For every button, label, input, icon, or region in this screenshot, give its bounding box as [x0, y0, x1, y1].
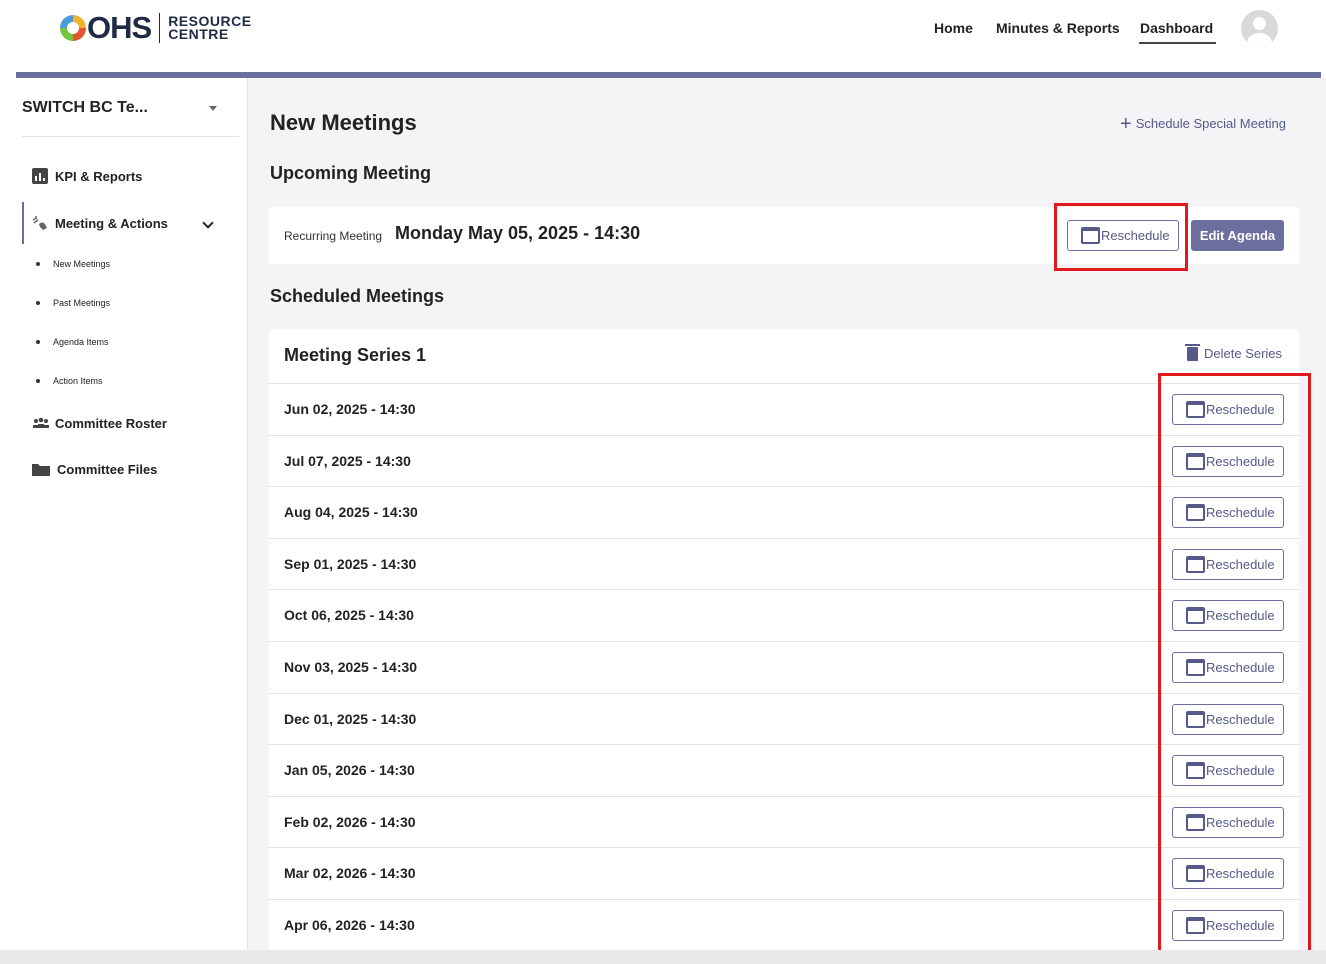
page-title: New Meetings [270, 110, 417, 135]
sidebar-item-meeting-actions[interactable]: Meeting & Actions [32, 215, 168, 231]
trash-icon [1185, 343, 1200, 361]
sidebar-subitem-agenda-items[interactable]: Agenda Items [36, 337, 109, 347]
meeting-date: Aug 04, 2025 - 14:30 [284, 504, 418, 521]
ohs-logo[interactable]: OHS RESOURCE CENTRE [60, 10, 252, 46]
series-row: Dec 01, 2025 - 14:30 Reschedule [269, 692, 1299, 745]
annotation-highlight-upcoming [1054, 203, 1188, 271]
series-row: Sep 01, 2025 - 14:30 Reschedule [269, 537, 1299, 590]
bar-chart-icon [32, 168, 48, 184]
user-avatar-icon[interactable] [1241, 10, 1278, 47]
series-title: Meeting Series 1 [284, 345, 427, 365]
series-row: Mar 02, 2026 - 14:30 Reschedule [269, 847, 1299, 899]
meeting-date: Sep 01, 2025 - 14:30 [284, 555, 417, 572]
series-row: Oct 06, 2025 - 14:30 Reschedule [269, 589, 1299, 641]
sidebar-item-label: Committee Files [57, 461, 158, 477]
sidebar-item-committee-files[interactable]: Committee Files [32, 461, 157, 477]
logo-ring-icon [60, 15, 86, 41]
meeting-date: Oct 06, 2025 - 14:30 [284, 607, 414, 624]
sidebar-subitem-label: Past Meetings [53, 298, 111, 308]
sidebar-item-label: Meeting & Actions [55, 215, 168, 231]
upcoming-meeting-date: Monday May 05, 2025 - 14:30 [395, 223, 641, 243]
logo-separator [159, 13, 161, 43]
meeting-date: Jun 02, 2025 - 14:30 [284, 401, 416, 417]
horizontal-scrollbar[interactable] [0, 950, 1326, 964]
meeting-date: Nov 03, 2025 - 14:30 [284, 659, 418, 675]
delete-series-button[interactable]: Delete Series [1185, 343, 1283, 361]
meeting-date: Dec 01, 2025 - 14:30 [284, 710, 417, 727]
upcoming-meeting-heading: Upcoming Meeting [270, 163, 431, 183]
logo-text: OHS [87, 10, 152, 45]
sidebar-active-indicator [22, 202, 24, 244]
sidebar-subitem-action-items[interactable]: Action Items [36, 376, 103, 386]
meeting-handshake-icon [32, 215, 48, 231]
meeting-date: Jan 05, 2026 - 14:30 [284, 762, 415, 779]
meeting-series-card: Meeting Series 1 Delete Series Jun 02, 2… [269, 329, 1299, 959]
nav-minutes-reports[interactable]: Minutes & Reports [996, 20, 1120, 36]
bullet-icon [36, 262, 40, 266]
nav-home[interactable]: Home [934, 20, 973, 36]
series-row: Nov 03, 2025 - 14:30 Reschedule [269, 641, 1299, 693]
sidebar: SWITCH BC Te... KPI & Reports Meeting & … [0, 78, 248, 950]
plus-icon: + [1120, 112, 1132, 135]
sidebar-subitem-label: Agenda Items [53, 337, 109, 347]
people-group-icon [32, 415, 49, 431]
series-row: Jun 02, 2025 - 14:30 Reschedule [269, 383, 1299, 435]
chevron-down-icon[interactable] [202, 217, 214, 229]
series-row: Jul 07, 2025 - 14:30 Reschedule [269, 434, 1299, 487]
series-row: Aug 04, 2025 - 14:30 Reschedule [269, 486, 1299, 538]
sidebar-subitem-label: New Meetings [53, 259, 111, 269]
schedule-special-meeting-link[interactable]: + Schedule Special Meeting [1120, 112, 1287, 135]
top-header: OHS RESOURCE CENTRE Home Minutes & Repor… [0, 0, 1326, 72]
meeting-date: Jul 07, 2025 - 14:30 [284, 452, 411, 469]
series-row: Feb 02, 2026 - 14:30 Reschedule [269, 795, 1299, 848]
nav-active-indicator [1139, 42, 1216, 44]
sidebar-divider [22, 136, 239, 137]
sidebar-item-kpi-reports[interactable]: KPI & Reports [32, 168, 142, 184]
org-select[interactable]: SWITCH BC Te... [22, 99, 222, 117]
sidebar-item-label: Committee Roster [55, 415, 167, 431]
delete-series-label: Delete Series [1204, 346, 1283, 361]
bullet-icon [36, 301, 40, 305]
series-row: Apr 06, 2026 - 14:30 Reschedule [269, 899, 1299, 951]
edit-agenda-button[interactable]: Edit Agenda [1191, 220, 1284, 251]
nav-dashboard[interactable]: Dashboard [1140, 20, 1213, 36]
sidebar-item-committee-roster[interactable]: Committee Roster [32, 415, 167, 431]
meeting-date: Mar 02, 2026 - 14:30 [284, 865, 416, 882]
sidebar-subitem-label: Action Items [53, 376, 103, 386]
sidebar-item-label: KPI & Reports [55, 168, 143, 184]
scheduled-meetings-heading: Scheduled Meetings [270, 286, 445, 306]
bullet-icon [36, 340, 40, 344]
folder-icon [32, 461, 50, 477]
annotation-highlight-series [1158, 373, 1311, 958]
caret-down-icon[interactable] [209, 106, 217, 111]
bullet-icon [36, 379, 40, 383]
series-row: Jan 05, 2026 - 14:30 Reschedule [269, 744, 1299, 796]
schedule-special-label: Schedule Special Meeting [1135, 116, 1287, 131]
logo-subtitle: RESOURCE CENTRE [168, 13, 252, 42]
meeting-date: Feb 02, 2026 - 14:30 [284, 813, 416, 830]
sidebar-subitem-past-meetings[interactable]: Past Meetings [36, 298, 110, 308]
sidebar-subitem-new-meetings[interactable]: New Meetings [36, 259, 110, 269]
meeting-type-label: Recurring Meeting [284, 229, 383, 243]
meeting-date: Apr 06, 2026 - 14:30 [284, 917, 415, 933]
